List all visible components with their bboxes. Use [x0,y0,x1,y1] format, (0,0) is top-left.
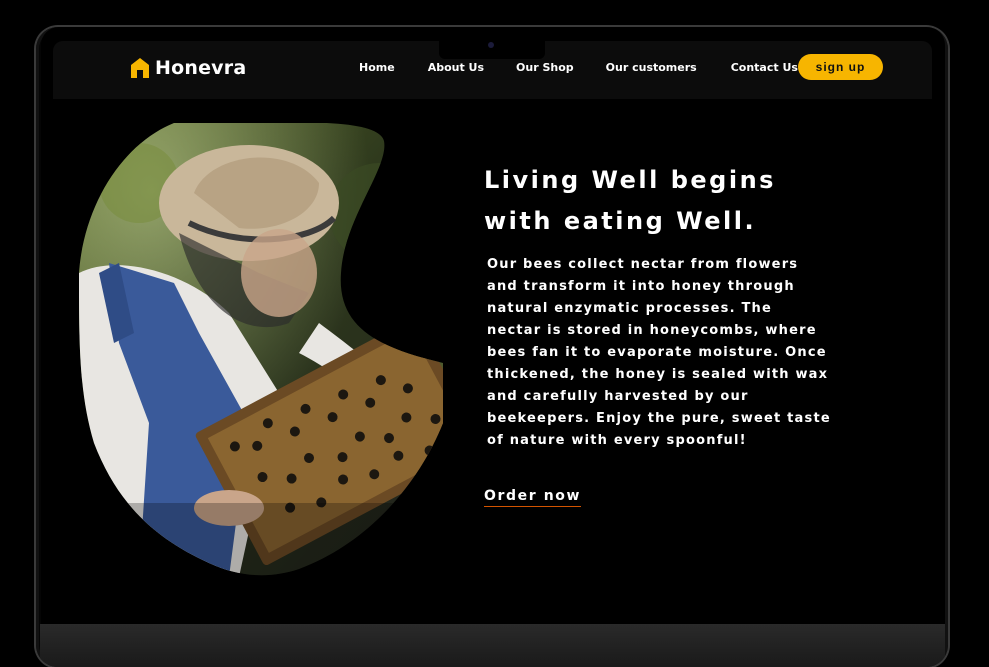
hero-headline: Living Well begins with eating Well. [484,160,844,242]
hero-image [79,123,443,577]
signup-button[interactable]: sign up [798,54,883,80]
laptop-screen: Honevra Home About Us Our Shop Our custo… [41,27,945,624]
beekeeper-photo-icon [79,123,443,576]
nav-our-customers[interactable]: Our customers [606,61,697,74]
nav-about-us[interactable]: About Us [428,61,484,74]
nav-home[interactable]: Home [359,61,395,74]
hero-paragraph: Our bees collect nectar from flowers and… [487,257,831,448]
headline-line-1: Living Well begins [484,166,776,194]
brand-name: Honevra [155,57,247,79]
headline-line-2: with eating Well. [484,207,757,235]
hero-text: Living Well begins with eating Well. Our… [484,160,844,507]
order-now-link[interactable]: Order now [484,488,582,507]
nav-our-shop[interactable]: Our Shop [516,61,574,74]
camera-icon [488,42,494,48]
nav-links: Home About Us Our Shop Our customers Con… [359,61,798,74]
house-icon [131,58,149,78]
nav-contact-us[interactable]: Contact Us [731,61,798,74]
laptop-frame: Honevra Home About Us Our Shop Our custo… [36,27,948,667]
laptop-base [40,624,945,667]
brand[interactable]: Honevra [131,57,246,79]
